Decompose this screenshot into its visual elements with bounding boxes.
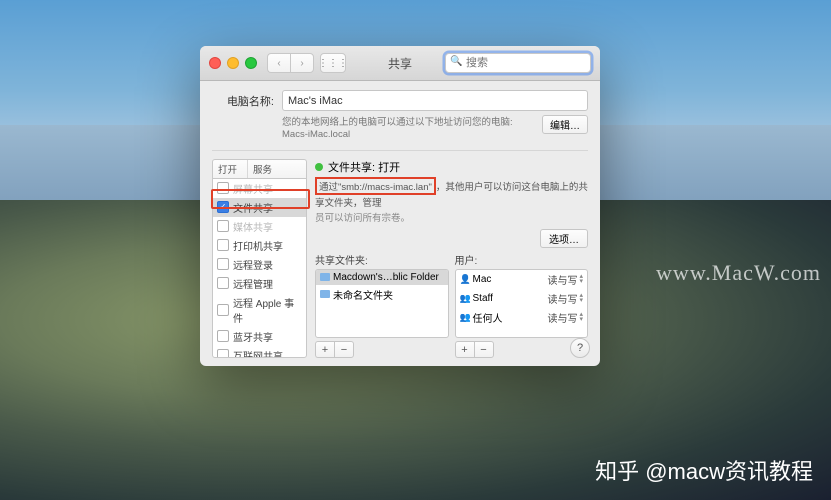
close-button[interactable] [209, 57, 221, 69]
forward-button[interactable]: › [290, 53, 314, 73]
service-label: 媒体共享 [233, 219, 273, 234]
people-icon: 👥 [460, 293, 470, 304]
services-list: 屏幕共享 ✓ 文件共享媒体共享打印机共享远程登录远程管理远程 Apple 事件蓝牙共… [212, 178, 307, 358]
remove-user-button[interactable]: − [474, 341, 494, 358]
watermark-zhihu: 知乎 @macw资讯教程 [595, 454, 813, 486]
person-icon: 👤 [460, 274, 470, 285]
service-label: 文件共享 [233, 200, 273, 215]
zoom-button[interactable] [245, 57, 257, 69]
service-item[interactable]: ✓ 文件共享 [213, 198, 306, 217]
service-item[interactable]: 蓝牙共享 [213, 327, 306, 346]
service-item[interactable]: 互联网共享 [213, 346, 306, 358]
status-text: 文件共享: 打开 [328, 159, 400, 175]
user-name: Staff [473, 293, 493, 304]
watermark-url: www.MacW.com [656, 260, 821, 286]
status-dot-icon [315, 163, 323, 171]
help-button[interactable]: ? [570, 338, 590, 358]
service-label: 远程管理 [233, 276, 273, 291]
folder-row[interactable]: 未命名文件夹 [316, 285, 448, 304]
minimize-button[interactable] [227, 57, 239, 69]
service-checkbox[interactable] [217, 220, 229, 232]
user-name: Mac [473, 274, 492, 285]
folder-label: 未命名文件夹 [333, 287, 393, 302]
show-all-button[interactable]: ⋮⋮⋮ [320, 53, 346, 73]
service-item[interactable]: 远程管理 [213, 274, 306, 293]
service-label: 互联网共享 [233, 348, 283, 358]
folder-icon [320, 290, 330, 298]
service-checkbox[interactable] [217, 349, 229, 358]
service-item[interactable]: 打印机共享 [213, 236, 306, 255]
back-button[interactable]: ‹ [267, 53, 290, 73]
edit-name-button[interactable]: 编辑… [542, 115, 588, 134]
service-checkbox[interactable] [217, 277, 229, 289]
people-icon: 👥 [460, 312, 470, 323]
remove-folder-button[interactable]: − [334, 341, 354, 358]
permission-select[interactable]: 读与写▴▾ [547, 291, 583, 306]
folder-icon [320, 273, 330, 281]
shared-folders-list[interactable]: Macdown's…blic Folder 未命名文件夹 [315, 269, 449, 338]
user-row[interactable]: 👥Staff 读与写▴▾ [456, 289, 588, 308]
service-checkbox[interactable] [217, 182, 229, 194]
service-checkbox[interactable] [217, 258, 229, 270]
services-header: 打开服务 [212, 159, 307, 178]
status-description-2: 员可以访问所有宗卷。 [315, 210, 588, 224]
traffic-lights [200, 57, 257, 69]
service-item[interactable]: 屏幕共享 [213, 179, 306, 198]
add-folder-button[interactable]: + [315, 341, 334, 358]
service-label: 远程 Apple 事件 [233, 295, 302, 325]
users-list[interactable]: 👤Mac 读与写▴▾ 👥Staff 读与写▴▾ 👥任何人 读与写▴▾ [455, 269, 589, 338]
service-item[interactable]: 远程 Apple 事件 [213, 293, 306, 327]
computer-name-label: 电脑名称: [212, 93, 274, 109]
user-row[interactable]: 👤Mac 读与写▴▾ [456, 270, 588, 289]
service-checkbox[interactable] [217, 330, 229, 342]
options-button[interactable]: 选项… [540, 229, 588, 248]
permission-select[interactable]: 读与写▴▾ [547, 310, 583, 325]
computer-name-field[interactable]: Mac's iMac [282, 90, 588, 111]
service-item[interactable]: 远程登录 [213, 255, 306, 274]
service-label: 蓝牙共享 [233, 329, 273, 344]
service-item[interactable]: 媒体共享 [213, 217, 306, 236]
service-checkbox[interactable] [217, 304, 229, 316]
permission-select[interactable]: 读与写▴▾ [547, 272, 583, 287]
add-user-button[interactable]: + [455, 341, 474, 358]
smb-address: 通过"smb://macs-imac.lan" [315, 177, 436, 195]
service-checkbox[interactable]: ✓ [217, 201, 229, 213]
folder-label: Macdown's…blic Folder [333, 272, 439, 283]
search-icon: 🔍 [450, 56, 462, 67]
sharing-pref-window: ‹ › ⋮⋮⋮ 共享 🔍 电脑名称: Mac's iMac 您的本地网络上的电脑… [200, 46, 600, 366]
search-input[interactable] [445, 53, 591, 73]
service-label: 打印机共享 [233, 238, 283, 253]
toolbar: ‹ › ⋮⋮⋮ 共享 🔍 [200, 46, 600, 81]
users-label: 用户: [455, 252, 589, 267]
service-checkbox[interactable] [217, 239, 229, 251]
service-label: 屏幕共享 [233, 181, 273, 196]
shared-folders-label: 共享文件夹: [315, 252, 449, 267]
service-label: 远程登录 [233, 257, 273, 272]
divider [212, 150, 588, 151]
user-name: 任何人 [473, 310, 503, 325]
folder-row[interactable]: Macdown's…blic Folder [316, 270, 448, 285]
computer-name-hint: 您的本地网络上的电脑可以通过以下地址访问您的电脑:Macs-iMac.local [212, 117, 534, 142]
user-row[interactable]: 👥任何人 读与写▴▾ [456, 308, 588, 327]
